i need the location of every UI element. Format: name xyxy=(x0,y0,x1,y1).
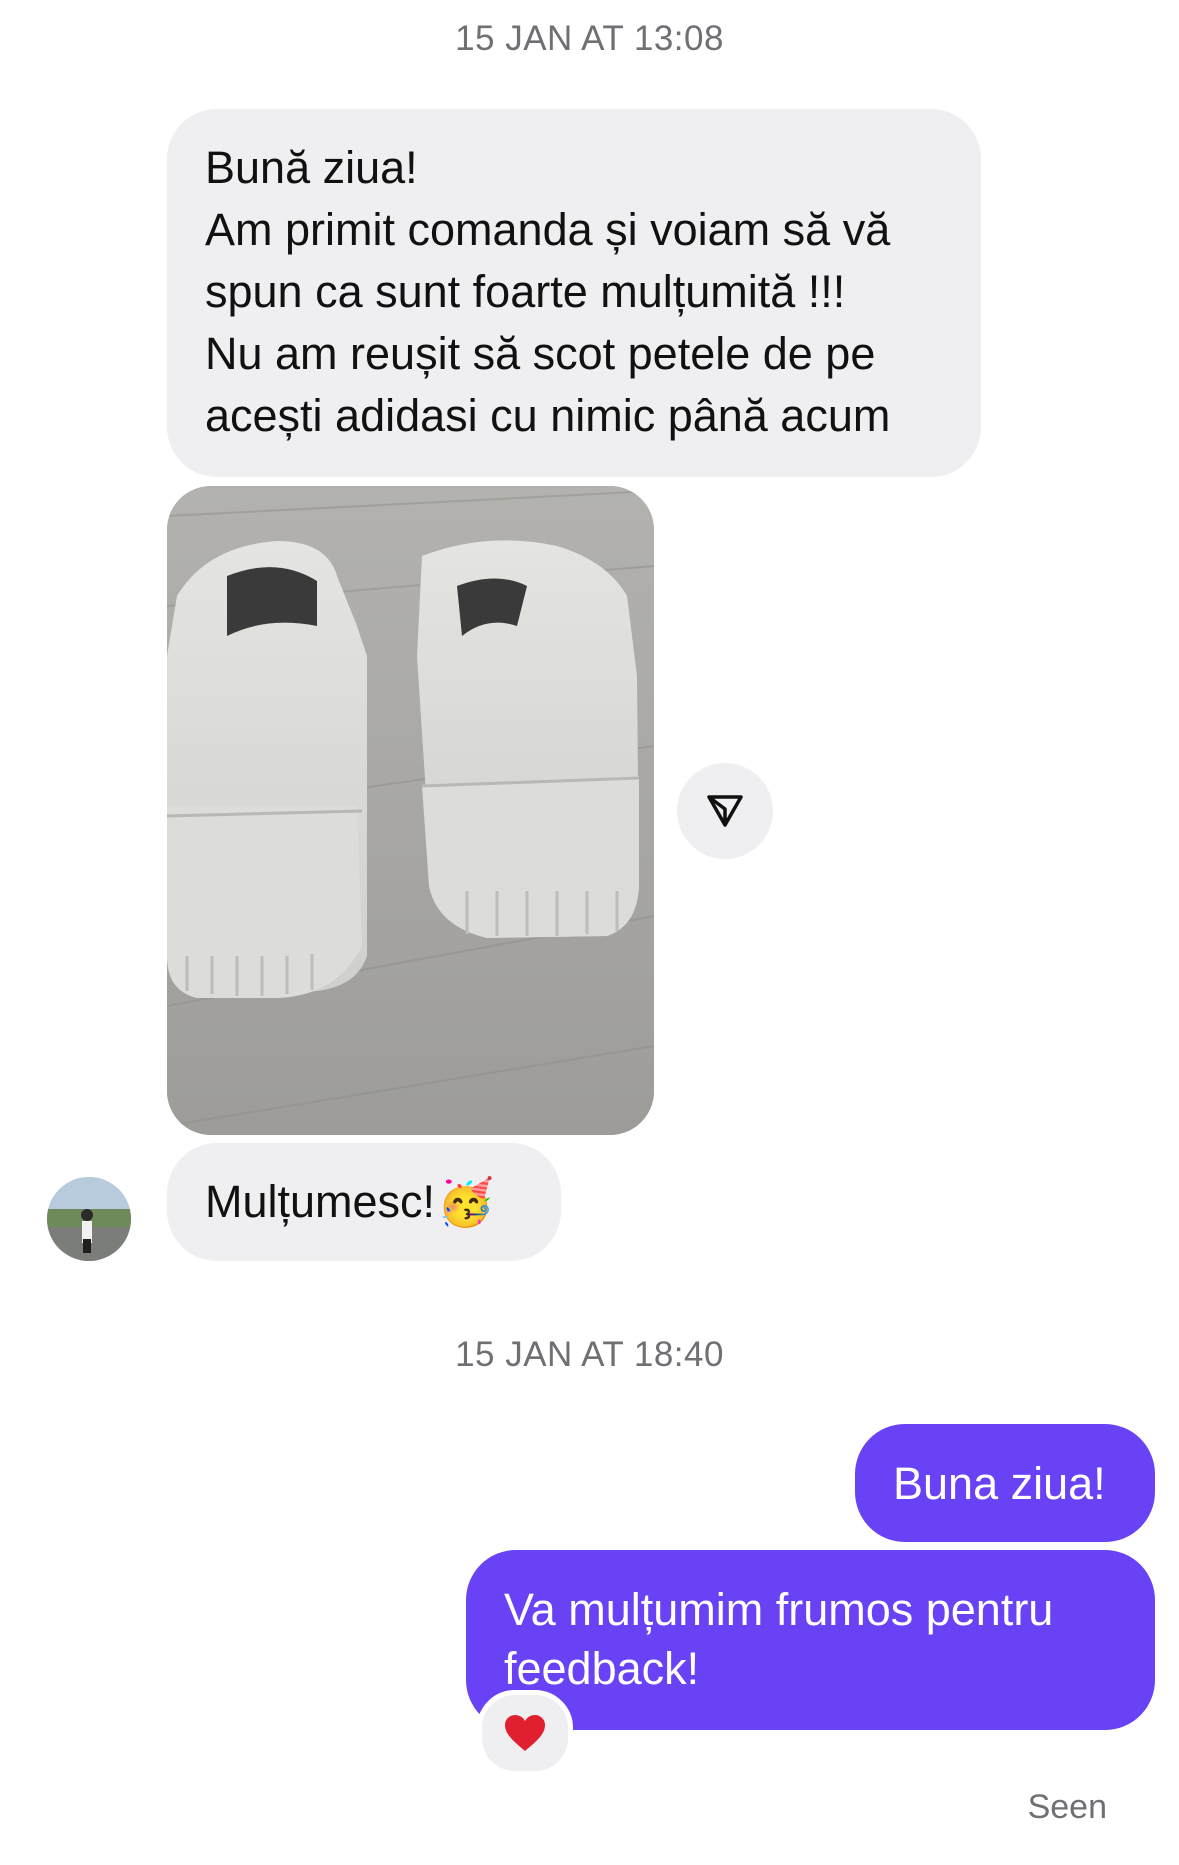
photo-attachment[interactable] xyxy=(167,486,654,1135)
heart-reaction[interactable] xyxy=(477,1690,573,1776)
share-button[interactable] xyxy=(677,763,773,859)
avatar[interactable] xyxy=(47,1177,131,1261)
message-text: Buna ziua! xyxy=(893,1457,1106,1509)
seen-status: Seen xyxy=(1027,1788,1107,1826)
incoming-message-bubble-2[interactable]: Mulțumesc! 🥳 xyxy=(167,1143,561,1261)
heart-icon xyxy=(505,1715,545,1751)
outgoing-message-bubble-2[interactable]: Va mulțumim frumos pentru feedback! xyxy=(466,1550,1155,1730)
message-text: Mulțumesc! xyxy=(205,1176,436,1227)
message-line: Nu am reușit să scot petele de pe xyxy=(205,328,876,379)
timestamp-2: 15 JAN AT 18:40 xyxy=(455,1335,724,1374)
message-line: Bună ziua! xyxy=(205,142,418,193)
timestamp-1: 15 JAN AT 13:08 xyxy=(455,19,724,58)
outgoing-message-bubble-1[interactable]: Buna ziua! xyxy=(855,1424,1155,1542)
incoming-message-bubble[interactable]: Bună ziua! Am primit comanda și voiam să… xyxy=(167,109,981,477)
party-face-emoji: 🥳 xyxy=(437,1175,495,1229)
avatar-image xyxy=(47,1177,131,1261)
message-line: feedback! xyxy=(504,1643,700,1694)
share-icon xyxy=(707,795,743,827)
message-line: Am primit comanda și voiam să vă xyxy=(205,204,891,255)
shoes-photo xyxy=(167,486,654,1135)
message-line: Va mulțumim frumos pentru xyxy=(504,1584,1054,1635)
message-line: spun ca sunt foarte mulțumită !!! xyxy=(205,266,846,317)
message-line: acești adidasi cu nimic până acum xyxy=(205,390,891,441)
